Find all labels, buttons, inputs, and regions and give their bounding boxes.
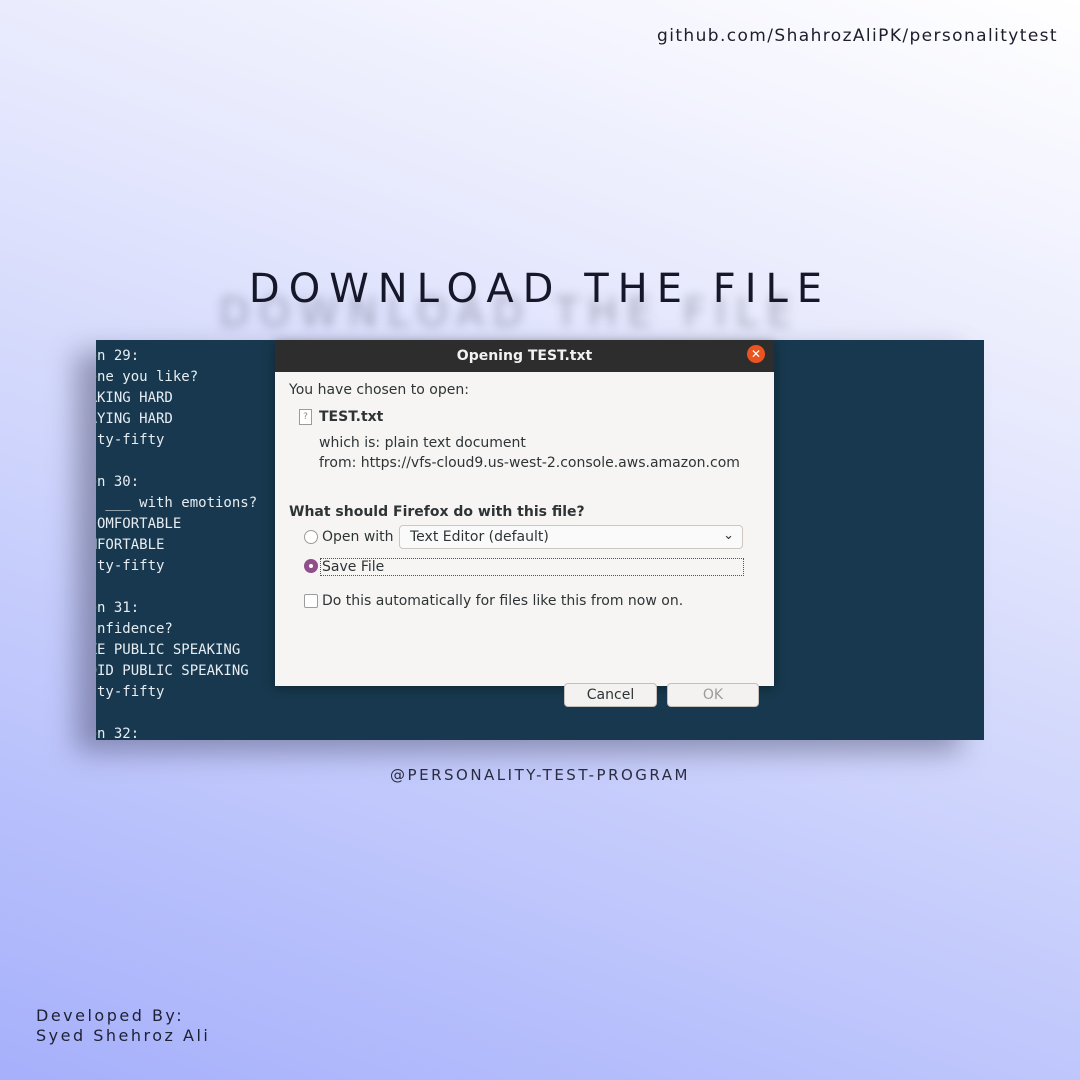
developer-credit: Developed By: Syed Shehroz Ali (36, 1006, 210, 1046)
terminal-line: Question 31: (96, 600, 140, 616)
application-select[interactable]: Text Editor (default) ⌄ (399, 525, 743, 549)
terminal-line: Question 30: (96, 474, 140, 490)
close-icon[interactable]: ✕ (747, 345, 765, 363)
terminal-line: How you ___ with emotions? (96, 495, 258, 511)
terminal-line: fifty-fifty (96, 558, 165, 574)
terminal-line: fifty-fifty (96, 684, 165, 700)
auto-action-label[interactable]: Do this automatically for files like thi… (322, 593, 683, 609)
save-file-radio[interactable] (304, 559, 318, 573)
terminal-line: Which one you like? (96, 369, 199, 385)
terminal-line: Your confidence? (96, 621, 173, 637)
ok-button[interactable]: OK (667, 683, 759, 707)
file-type-info: which is: plain text document (319, 435, 526, 451)
chosen-text: You have chosen to open: (289, 382, 469, 398)
dialog-title: Opening TEST.txt (456, 348, 593, 364)
social-handle: @PERSONALITY-TEST-PROGRAM (390, 766, 690, 784)
terminal-line: COMFORTABLE (96, 537, 165, 553)
auto-action-checkbox[interactable] (304, 594, 318, 608)
chevron-down-icon: ⌄ (723, 528, 734, 543)
from-value: https://vfs-cloud9.us-west-2.console.aws… (360, 455, 740, 471)
open-with-radio[interactable] (304, 530, 318, 544)
terminal-line: Question 29: (96, 348, 140, 364)
from-label: from: (319, 455, 357, 471)
terminal-output: Question 29: Which one you like? WORKING … (96, 346, 257, 740)
terminal-line: LIKE PUBLIC SPEAKING (96, 642, 241, 658)
which-is-label: which is: (319, 435, 381, 451)
developer-name: Syed Shehroz Ali (36, 1026, 211, 1045)
terminal-line: UNCOMFORTABLE (96, 516, 182, 532)
cancel-button[interactable]: Cancel (564, 683, 657, 707)
terminal-line: AVOID PUBLIC SPEAKING (96, 663, 249, 679)
terminal-line: PLAYING HARD (96, 411, 173, 427)
file-name: TEST.txt (319, 409, 384, 425)
file-source-info: from: https://vfs-cloud9.us-west-2.conso… (319, 455, 740, 471)
open-file-dialog: Opening TEST.txt ✕ You have chosen to op… (275, 340, 774, 707)
application-select-value: Text Editor (default) (410, 529, 549, 545)
open-with-label[interactable]: Open with (322, 529, 394, 545)
save-file-label[interactable]: Save File (320, 558, 744, 576)
terminal-line: WORKING HARD (96, 390, 173, 406)
headline: DOWNLOAD THE FILE (248, 266, 832, 312)
file-type-icon: ? (299, 409, 312, 425)
dialog-titlebar[interactable]: Opening TEST.txt ✕ (275, 340, 774, 372)
terminal-line: Question 32: (96, 726, 140, 740)
credit-heading: Developed By: (36, 1006, 185, 1025)
which-is-value: plain text document (384, 435, 526, 451)
repo-link: github.com/ShahrozAliPK/personalitytest (657, 26, 1058, 46)
terminal-line: fifty-fifty (96, 432, 165, 448)
action-question: What should Firefox do with this file? (289, 504, 585, 520)
